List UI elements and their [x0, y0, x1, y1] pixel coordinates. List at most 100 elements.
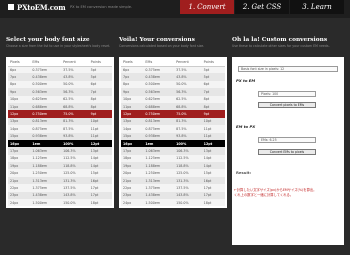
- cell-pixels: 7px: [121, 73, 144, 81]
- cell-ems: 0.563em: [143, 88, 175, 96]
- cell-ems: 1.375em: [30, 184, 62, 192]
- font-size-row[interactable]: 16px 1em 100% 12pt: [8, 139, 112, 148]
- conversion-row: 10px 0.625em 62.5% 8pt: [121, 95, 225, 103]
- cell-ems: 0.750em: [30, 110, 62, 118]
- site-logo[interactable]: PXtoEM.com: [17, 3, 66, 12]
- cell-percent: 37.5%: [174, 66, 202, 74]
- cell-ems: 0.438em: [30, 73, 62, 81]
- tab-number: 3.: [302, 3, 309, 11]
- cell-points: 14pt: [201, 154, 225, 163]
- font-size-row[interactable]: 8px 0.500em 50.0% 6pt: [8, 80, 112, 89]
- cell-pixels: 17px: [121, 147, 144, 155]
- cell-points: 10pt: [88, 117, 112, 126]
- cell-ems: 0.750em: [143, 110, 175, 118]
- cell-pixels: 6px: [8, 66, 31, 74]
- cell-ems: 0.375em: [30, 66, 62, 74]
- col-header-ems: EMs: [30, 59, 62, 67]
- font-size-row[interactable]: 17px 1.063em 106.3% 13pt: [8, 147, 112, 155]
- conversion-row: 19px 1.188em 118.8% 14pt: [121, 162, 225, 170]
- convert-pixels-button[interactable]: Convert pixels to EMs: [258, 102, 316, 108]
- font-size-row[interactable]: 9px 0.563em 56.3% 7pt: [8, 88, 112, 96]
- cell-percent: 68.8%: [174, 102, 202, 111]
- cell-points: 16pt: [201, 176, 225, 185]
- font-size-row[interactable]: 12px 0.750em 75.0% 9pt: [8, 110, 112, 118]
- cell-ems: 1.250em: [30, 169, 62, 177]
- tab-convert[interactable]: 1. Convert: [180, 0, 234, 14]
- cell-percent: 68.8%: [61, 102, 89, 111]
- cell-points: 12pt: [88, 139, 112, 148]
- col-header-percent: Percent: [174, 59, 202, 67]
- font-size-row[interactable]: 24px 1.500em 150.0% 18pt: [8, 199, 112, 207]
- cell-pixels: 8px: [8, 80, 31, 89]
- cell-percent: 50.0%: [174, 80, 202, 89]
- tab-get-css[interactable]: 2. Get CSS: [235, 0, 289, 14]
- cell-pixels: 23px: [8, 191, 31, 200]
- column-title-conversions: Voila! Your conversions: [119, 37, 195, 43]
- conversion-row: 13px 0.813em 81.3% 10pt: [121, 117, 225, 126]
- cell-pixels: 17px: [8, 147, 31, 155]
- cell-points: 7pt: [201, 88, 225, 96]
- cell-pixels: 10px: [121, 95, 144, 103]
- cell-percent: 118.8%: [174, 162, 202, 170]
- cell-points: 15pt: [201, 169, 225, 177]
- font-size-row[interactable]: 18px 1.125em 112.5% 14pt: [8, 154, 112, 163]
- cell-percent: 37.5%: [61, 66, 89, 74]
- pixels-field[interactable]: Pixels: 100: [258, 91, 316, 97]
- font-size-row[interactable]: 22px 1.375em 137.5% 17pt: [8, 184, 112, 192]
- logo-mark-icon: [8, 4, 14, 10]
- font-size-row[interactable]: 10px 0.625em 62.5% 8pt: [8, 95, 112, 103]
- cell-percent: 81.3%: [61, 117, 89, 126]
- cell-pixels: 13px: [8, 117, 31, 126]
- font-size-row[interactable]: 23px 1.438em 143.8% 17pt: [8, 191, 112, 200]
- cell-points: 6pt: [88, 80, 112, 89]
- tab-label: Convert: [197, 3, 226, 11]
- cell-percent: 125.0%: [174, 169, 202, 177]
- font-size-row[interactable]: 20px 1.250em 125.0% 15pt: [8, 169, 112, 177]
- font-size-row[interactable]: 7px 0.438em 43.8% 5pt: [8, 73, 112, 81]
- cell-pixels: 9px: [8, 88, 31, 96]
- font-size-row[interactable]: 14px 0.875em 87.5% 11pt: [8, 125, 112, 133]
- col-header-points: Points: [201, 59, 225, 67]
- cell-percent: 62.5%: [61, 95, 89, 103]
- cell-percent: 100%: [174, 139, 202, 148]
- cell-points: 13pt: [201, 147, 225, 155]
- cell-percent: 112.5%: [174, 154, 202, 163]
- cell-pixels: 11px: [121, 102, 144, 111]
- cell-pixels: 22px: [121, 184, 144, 192]
- font-size-row[interactable]: 11px 0.688em 68.8% 8pt: [8, 102, 112, 111]
- cell-ems: 0.688em: [143, 102, 175, 111]
- font-size-row[interactable]: 19px 1.188em 118.8% 14pt: [8, 162, 112, 170]
- cell-ems: 0.688em: [30, 102, 62, 111]
- convert-ems-button[interactable]: Convert EMs to pixels: [258, 149, 316, 155]
- cell-pixels: 21px: [8, 176, 31, 185]
- font-size-row[interactable]: 15px 0.938em 93.8% 11pt: [8, 132, 112, 140]
- tab-learn[interactable]: 3. Learn: [290, 0, 344, 14]
- tab-number: 2.: [242, 3, 250, 11]
- conversion-row: 9px 0.563em 56.3% 7pt: [121, 88, 225, 96]
- cell-pixels: 15px: [8, 132, 31, 140]
- ems-field[interactable]: EMs: 6.25: [258, 137, 316, 143]
- cell-points: 10pt: [201, 117, 225, 126]
- annotation-note: ←計算したい文字サイズ(px)からEMサイズ(%)を算出。 くれ上の数字と一緒に…: [234, 188, 317, 197]
- cell-pixels: 19px: [8, 162, 31, 170]
- cell-percent: 106.3%: [61, 147, 89, 155]
- conversion-row: 11px 0.688em 68.8% 8pt: [121, 102, 225, 111]
- cell-percent: 93.8%: [174, 132, 202, 140]
- cell-ems: 1.375em: [143, 184, 175, 192]
- cell-percent: 131.3%: [61, 176, 89, 185]
- font-size-row[interactable]: 21px 1.313em 131.3% 16pt: [8, 176, 112, 185]
- column-subtitle-conversions: Conversions calculated based on your bod…: [119, 44, 205, 48]
- cell-ems: 1.125em: [30, 154, 62, 163]
- cell-percent: 106.3%: [174, 147, 202, 155]
- conversion-row: 24px 1.500em 150.0% 18pt: [121, 199, 225, 207]
- font-size-row[interactable]: 6px 0.375em 37.5% 5pt: [8, 66, 112, 74]
- cell-points: 11pt: [201, 125, 225, 133]
- cell-pixels: 7px: [8, 73, 31, 81]
- font-size-row[interactable]: 13px 0.813em 81.3% 10pt: [8, 117, 112, 126]
- column-title-select: Select your body font size: [6, 37, 90, 43]
- basis-font-size-field[interactable]: Basis font size in pixels: 12: [238, 66, 338, 72]
- cell-percent: 143.8%: [174, 191, 202, 200]
- cell-percent: 56.3%: [174, 88, 202, 96]
- conversion-row: 15px 0.938em 93.8% 11pt: [121, 132, 225, 140]
- cell-percent: 81.3%: [174, 117, 202, 126]
